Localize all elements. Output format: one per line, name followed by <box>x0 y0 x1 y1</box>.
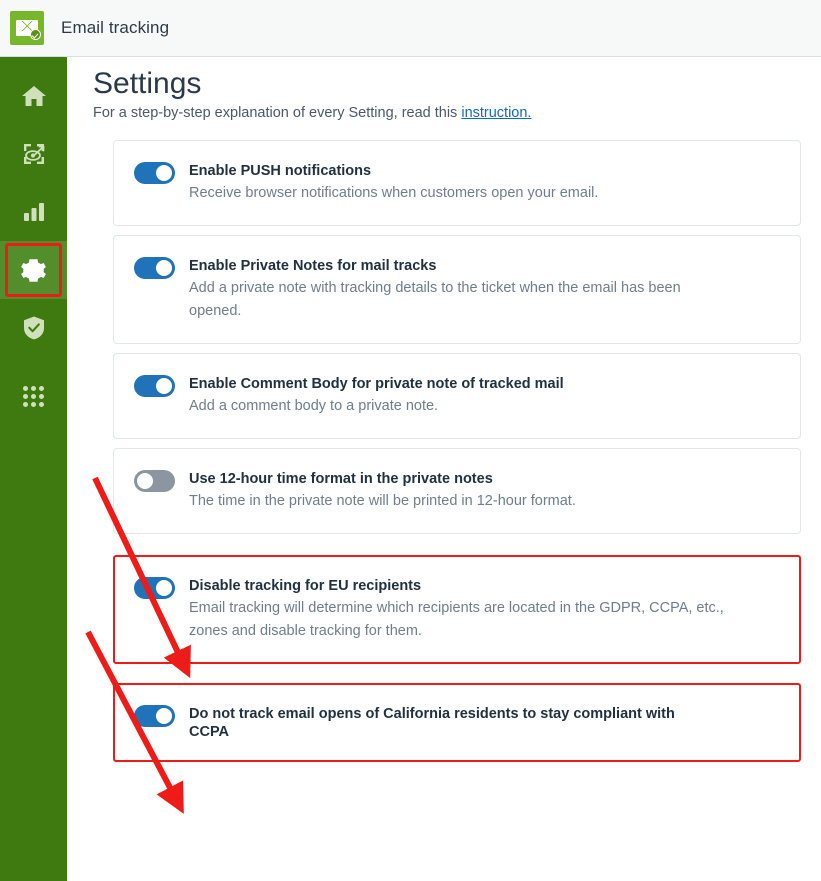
setting-card-push-notifications[interactable]: Enable PUSH notifications Receive browse… <box>113 140 801 226</box>
setting-title: Use 12-hour time format in the private n… <box>189 471 493 487</box>
page-subtitle-text: For a step-by-step explanation of every … <box>93 105 462 121</box>
sidebar-item-tracking[interactable] <box>0 125 67 183</box>
toggle-knob <box>137 473 153 489</box>
setting-card-eu-tracking[interactable]: Disable tracking for EU recipients Email… <box>113 555 801 664</box>
check-badge-icon <box>30 29 41 40</box>
gear-icon <box>21 258 46 282</box>
setting-description: Add a comment body to a private note. <box>189 398 439 414</box>
toggle-knob <box>156 165 172 181</box>
setting-text: Enable PUSH notifications Receive browse… <box>189 161 782 205</box>
toggle-knob <box>156 260 172 276</box>
setting-text: Disable tracking for EU recipients Email… <box>189 576 782 643</box>
sidebar <box>0 57 67 881</box>
settings-list: Enable PUSH notifications Receive browse… <box>67 140 821 762</box>
page-subtitle: For a step-by-step explanation of every … <box>93 104 821 123</box>
setting-card-private-notes[interactable]: Enable Private Notes for mail tracks Add… <box>113 235 801 344</box>
sidebar-item-home[interactable] <box>0 67 67 125</box>
setting-description: The time in the private note will be pri… <box>189 493 576 509</box>
toggle-private-notes[interactable] <box>134 257 175 279</box>
eye-tracking-icon <box>23 144 44 164</box>
sidebar-item-settings[interactable] <box>0 241 67 299</box>
toggle-knob <box>156 708 172 724</box>
bar-chart-icon <box>23 203 44 221</box>
setting-description: Add a private note with tracking details… <box>189 280 681 319</box>
setting-description: Email tracking will determine which reci… <box>189 600 724 639</box>
sidebar-item-reports[interactable] <box>0 183 67 241</box>
setting-text: Enable Private Notes for mail tracks Add… <box>189 256 782 323</box>
setting-card-comment-body[interactable]: Enable Comment Body for private note of … <box>113 353 801 439</box>
app-header: Email tracking <box>0 0 821 57</box>
setting-description: Receive browser notifications when custo… <box>189 185 599 201</box>
home-icon <box>21 86 46 106</box>
toggle-push-notifications[interactable] <box>134 162 175 184</box>
toggle-knob <box>156 378 172 394</box>
app-title: Email tracking <box>61 18 170 37</box>
setting-title: Enable Private Notes for mail tracks <box>189 258 437 274</box>
instruction-link[interactable]: instruction. <box>461 105 531 121</box>
sidebar-item-security[interactable] <box>0 299 67 357</box>
shield-check-icon <box>23 316 44 340</box>
toggle-knob <box>156 580 172 596</box>
setting-title: Enable Comment Body for private note of … <box>189 376 564 392</box>
page-title: Settings <box>93 67 202 100</box>
setting-card-ccpa[interactable]: Do not track email opens of California r… <box>113 683 801 762</box>
setting-card-12-hour-format[interactable]: Use 12-hour time format in the private n… <box>113 448 801 534</box>
toggle-12-hour-format[interactable] <box>134 470 175 492</box>
toggle-ccpa[interactable] <box>134 705 175 727</box>
toggle-eu-tracking[interactable] <box>134 577 175 599</box>
toggle-comment-body[interactable] <box>134 375 175 397</box>
setting-title: Enable PUSH notifications <box>189 163 372 179</box>
grid-dots-icon <box>23 385 44 407</box>
email-check-icon <box>10 11 44 45</box>
setting-text: Enable Comment Body for private note of … <box>189 374 782 418</box>
setting-title: Do not track email opens of California r… <box>189 706 675 740</box>
setting-title: Disable tracking for EU recipients <box>189 578 422 594</box>
setting-text: Do not track email opens of California r… <box>189 704 782 741</box>
sidebar-item-apps[interactable] <box>0 367 67 425</box>
main-content: Settings For a step-by-step explanation … <box>67 57 821 881</box>
setting-text: Use 12-hour time format in the private n… <box>189 469 782 513</box>
